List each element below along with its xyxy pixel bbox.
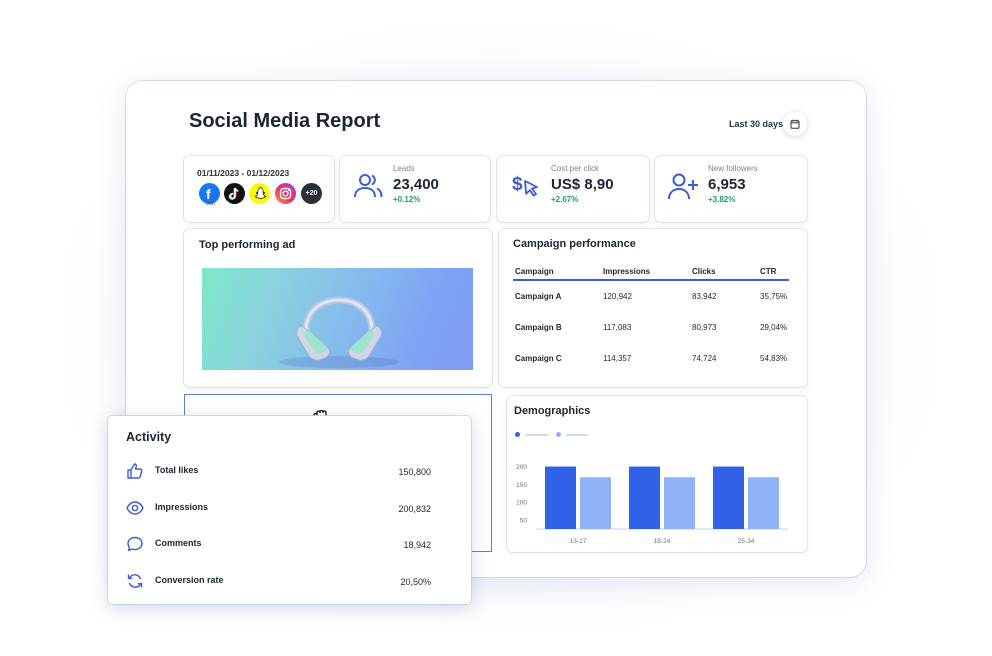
kpi-value-cpc: US$ 8,90 <box>551 176 614 193</box>
column-header[interactable]: Campaign <box>513 263 601 281</box>
x-tick-label: 18-24 <box>654 538 671 545</box>
activity-value: 150,800 <box>398 467 431 477</box>
tiktok-icon[interactable] <box>224 183 245 204</box>
facebook-sub-label: (All) <box>206 201 215 207</box>
bar-13-17-series1[interactable] <box>545 466 576 529</box>
column-header[interactable]: Clicks <box>690 263 758 281</box>
users-icon <box>354 174 383 198</box>
table-row[interactable]: Campaign A 120,942 83,942 35,75% <box>513 280 789 312</box>
page-title: Social Media Report <box>189 110 381 132</box>
activity-row-impressions[interactable]: Impressions 200,832 <box>108 499 471 519</box>
activity-value: 20,50% <box>400 577 431 587</box>
table-cell: Campaign C <box>515 354 562 364</box>
table-cell: 114,357 <box>603 354 632 364</box>
table-cell: 54,83% <box>760 354 788 364</box>
headphones-image[interactable] <box>202 268 473 370</box>
instagram-icon[interactable] <box>275 183 296 204</box>
activity-label: Impressions <box>155 502 209 512</box>
column-header[interactable]: CTR <box>758 263 790 281</box>
table-row[interactable]: Campaign C 114,357 74,724 54,83% <box>513 343 789 375</box>
kpi-value-leads: 23,400 <box>393 176 439 193</box>
activity-value: 18,942 <box>403 540 431 550</box>
demographics-title: Demographics <box>514 405 591 417</box>
kpi-label-cpc: Cost per click <box>551 164 600 173</box>
kpi-value-followers: 6,953 <box>708 176 746 193</box>
legend-dot-secondary <box>556 432 561 437</box>
legend-dot-primary <box>515 432 520 437</box>
y-tick-label: 200 <box>516 464 527 471</box>
table-cell: 83,942 <box>692 291 717 301</box>
demographics-chart: 50 100 150 200 13-17 18-24 25-34 <box>516 464 788 545</box>
dollar-cursor-icon: $ <box>512 174 538 197</box>
table-row[interactable]: Campaign B 117,083 80,973 29,04% <box>513 312 789 344</box>
activity-label: Conversion rate <box>155 575 224 585</box>
table-cell: 117,083 <box>603 322 632 332</box>
table-header-row: Campaign Impressions Clicks CTR <box>513 263 790 281</box>
thumbs-up-icon <box>127 463 143 479</box>
activity-title: Activity <box>126 430 172 444</box>
snapchat-icon[interactable] <box>249 183 270 204</box>
kpi-delta-leads: +0.12% <box>393 195 421 204</box>
activity-row-likes[interactable]: Total likes 150,800 <box>108 462 471 482</box>
kpi-delta-followers: +3.82% <box>708 195 736 204</box>
bar-18-24-series2[interactable] <box>664 477 695 529</box>
bar-18-24-series1[interactable] <box>629 466 660 529</box>
kpi-delta-cpc: +2.67% <box>551 195 579 204</box>
eye-icon <box>126 501 144 515</box>
x-tick-label: 13-17 <box>570 538 587 545</box>
date-range-label[interactable]: Last 30 days <box>729 119 783 129</box>
column-header[interactable]: Impressions <box>601 263 690 281</box>
activity-label: Total likes <box>155 465 199 475</box>
y-tick-label: 150 <box>516 482 527 489</box>
activity-row-comments[interactable]: Comments 18,942 <box>108 535 471 555</box>
refresh-icon <box>127 574 143 588</box>
svg-text:f: f <box>206 186 211 202</box>
user-plus-icon <box>668 173 698 200</box>
calendar-icon <box>790 119 800 129</box>
campaign-table: Campaign Impressions Clicks CTR Campaign… <box>513 263 790 375</box>
activity-card[interactable]: Activity Total likes 150,800 Impressions… <box>108 416 471 604</box>
table-cell: Campaign B <box>515 322 562 332</box>
y-tick-label: 50 <box>520 518 528 525</box>
table-cell: 74,724 <box>692 354 717 364</box>
y-tick-label: 100 <box>516 500 527 507</box>
kpi-label-followers: New followers <box>708 164 758 173</box>
activity-row-conversion[interactable]: Conversion rate 20,50% <box>108 572 471 592</box>
bar-25-34-series2[interactable] <box>748 477 779 529</box>
kpi-label-leads: Leads <box>393 164 415 173</box>
activity-value: 200,832 <box>398 504 431 514</box>
more-platforms-badge[interactable]: +20 <box>301 183 322 204</box>
legend-line-secondary <box>566 434 588 436</box>
period-label: 01/11/2023 - 01/12/2023 <box>197 168 290 178</box>
table-cell: 29,04% <box>760 322 788 332</box>
table-cell: 80,973 <box>692 322 717 332</box>
calendar-button[interactable] <box>783 112 807 136</box>
legend-line-primary <box>525 434 549 436</box>
table-cell: 35,75% <box>760 291 788 301</box>
comment-icon <box>127 536 143 552</box>
table-cell: 120,942 <box>603 291 632 301</box>
campaign-title: Campaign performance <box>513 238 636 250</box>
bar-25-34-series1[interactable] <box>713 466 744 529</box>
top-ad-title: Top performing ad <box>199 239 296 251</box>
activity-label: Comments <box>155 538 202 548</box>
x-tick-label: 25-34 <box>738 538 755 545</box>
svg-text:$: $ <box>512 174 523 195</box>
bar-13-17-series2[interactable] <box>580 477 611 529</box>
table-cell: Campaign A <box>515 291 562 301</box>
